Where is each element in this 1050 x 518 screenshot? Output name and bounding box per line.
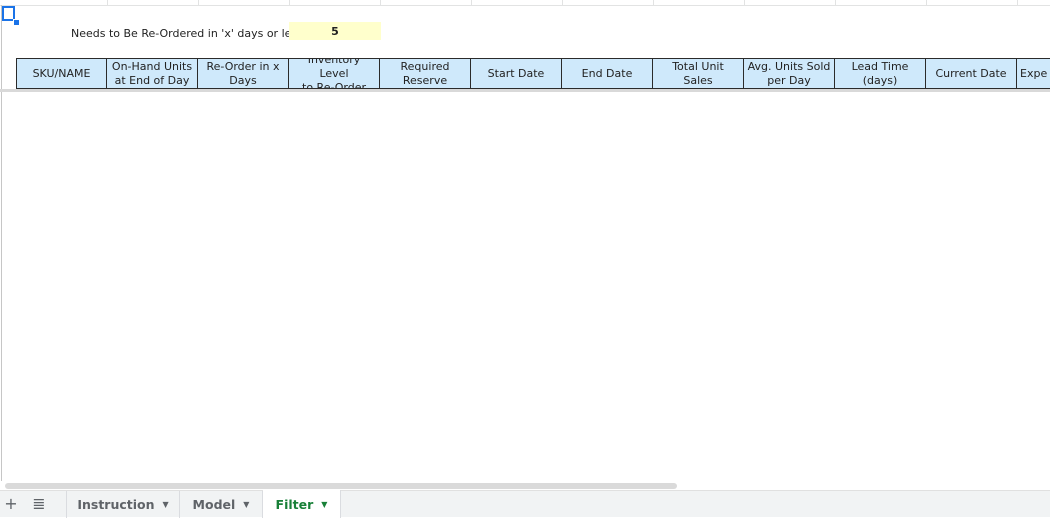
header-label: Current Date bbox=[935, 66, 1007, 80]
header-label: Total Unit Sales bbox=[672, 59, 724, 87]
header-label: SKU/NAME bbox=[32, 66, 91, 80]
header-label: End Date bbox=[581, 66, 633, 80]
header-avg-units-sold[interactable]: Avg. Units Sold per Day bbox=[744, 58, 835, 89]
horizontal-scrollbar[interactable] bbox=[0, 481, 1050, 490]
header-on-hand-units[interactable]: On-Hand Units at End of Day bbox=[107, 58, 198, 89]
header-label: On-Hand Units at End of Day bbox=[111, 59, 193, 87]
row-header-edge bbox=[1, 5, 2, 484]
header-total-unit-sales[interactable]: Total Unit Sales bbox=[653, 58, 744, 89]
reorder-threshold-value-cell[interactable]: 5 bbox=[289, 22, 381, 40]
tab-label: Instruction bbox=[77, 497, 155, 512]
header-label: Start Date bbox=[487, 66, 545, 80]
sheet-tab-bar: + ≣ Instruction ▼ Model ▼ Filter ▼ bbox=[0, 490, 1050, 518]
list-icon: ≣ bbox=[32, 494, 46, 513]
header-label: Lead Time (days) bbox=[851, 59, 909, 87]
caret-down-icon[interactable]: ▼ bbox=[321, 500, 327, 509]
tab-filter[interactable]: Filter ▼ bbox=[263, 490, 341, 518]
scrollbar-thumb[interactable] bbox=[5, 483, 677, 489]
header-lead-time[interactable]: Lead Time (days) bbox=[835, 58, 926, 89]
all-sheets-button[interactable]: ≣ bbox=[30, 495, 48, 513]
tab-label: Model bbox=[192, 497, 236, 512]
header-label: Avg. Units Sold per Day bbox=[747, 59, 831, 87]
header-label: Required Reserve bbox=[400, 59, 450, 87]
fill-handle[interactable] bbox=[13, 19, 20, 26]
spreadsheet-grid[interactable]: Needs to Be Re-Ordered in 'x' days or le… bbox=[0, 0, 1050, 484]
table-header-row: SKU/NAME On-Hand Units at End of Day Re-O… bbox=[16, 58, 1050, 89]
header-reorder-in-x-days[interactable]: Re-Order in x Days bbox=[198, 58, 289, 89]
tab-label: Filter bbox=[275, 496, 314, 512]
header-start-date[interactable]: Start Date bbox=[471, 58, 562, 89]
frozen-rows-divider[interactable] bbox=[0, 89, 1050, 92]
header-sku-name[interactable]: SKU/NAME bbox=[16, 58, 107, 89]
header-inventory-level[interactable]: Inventory Level to Re-Order bbox=[289, 58, 380, 89]
reorder-threshold-label: Needs to Be Re-Ordered in 'x' days or le… bbox=[71, 27, 303, 40]
header-label: Re-Order in x Days bbox=[206, 59, 280, 87]
plus-icon: + bbox=[4, 494, 18, 513]
header-end-date[interactable]: End Date bbox=[562, 58, 653, 89]
header-current-date[interactable]: Current Date bbox=[926, 58, 1017, 89]
header-expected-partial[interactable]: Expe bbox=[1017, 58, 1050, 89]
caret-down-icon[interactable]: ▼ bbox=[243, 500, 249, 509]
header-label: Inventory Level to Re-Order bbox=[302, 58, 366, 89]
column-guides bbox=[0, 0, 1050, 6]
header-required-reserve[interactable]: Required Reserve bbox=[380, 58, 471, 89]
tab-instruction[interactable]: Instruction ▼ bbox=[67, 491, 180, 518]
add-sheet-button[interactable]: + bbox=[2, 495, 20, 513]
tab-model[interactable]: Model ▼ bbox=[180, 491, 263, 518]
header-label: Expe bbox=[1020, 66, 1048, 80]
caret-down-icon[interactable]: ▼ bbox=[163, 500, 169, 509]
